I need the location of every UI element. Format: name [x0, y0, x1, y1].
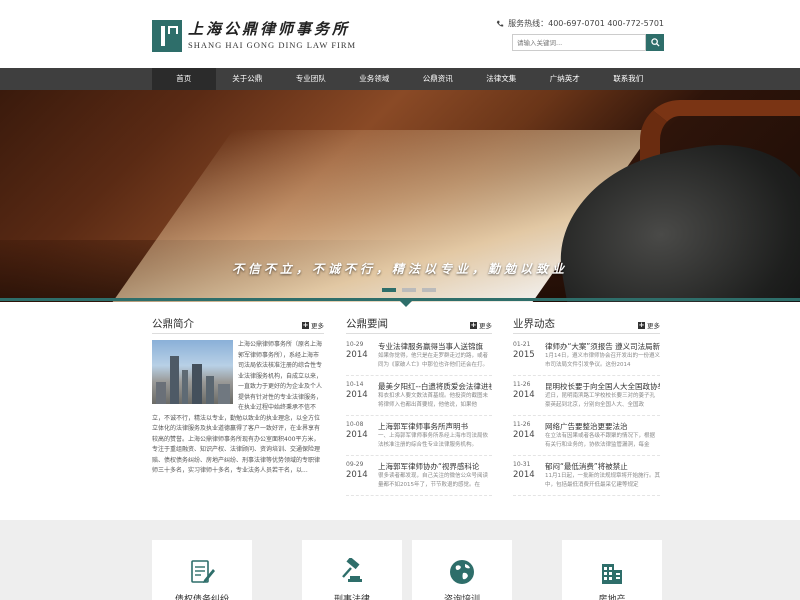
item-date-md: 10-29 [346, 341, 364, 348]
item-date-year: 2014 [346, 430, 368, 440]
service-label: 刑事法律 [333, 595, 370, 600]
nav-item-home[interactable]: 首页 [152, 68, 216, 90]
item-title[interactable]: 网络广告要整治更要法治 [545, 421, 660, 432]
logo-chinese-name: 上海公鼎律师事务所 [188, 20, 351, 38]
item-title[interactable]: 最美夕阳红--白遗将质爱会法律进社 [378, 381, 492, 392]
phone-icon [496, 20, 504, 27]
item-desc: 如果你觉得，他只是在走罗群走过的路，或者同为《家破人亡》中那位也许他们还会在打。 [378, 353, 489, 368]
news-section: 公鼎要闻 + 更多 10-29 2014 专业法律服务赢得当事人送锦旗 如果你觉得，… [346, 316, 492, 496]
item-date-year: 2014 [513, 390, 535, 400]
item-date-year: 2014 [346, 390, 368, 400]
item-date-md: 10-14 [346, 381, 364, 388]
logo-english-name: SHANG HAI GONG DING LAW FIRM [188, 40, 357, 50]
nav-item-news[interactable]: 公鼎资讯 [406, 68, 470, 90]
list-item[interactable]: 09-29 2014 上海郭军律师协办“视界感科论 很多读者都发现，自己关注的微信公… [346, 456, 492, 496]
document-edit-icon [191, 560, 215, 583]
search-button[interactable] [646, 34, 664, 51]
hotline-text: 服务热线：400-697-0701 400-772-5701 [508, 19, 664, 28]
item-desc: 1月14日，遵义市律师协会召开发出的一份遵义市司法局文件引发争议。这份2014 [545, 353, 660, 368]
service-hotline: 服务热线：400-697-0701 400-772-5701 [496, 18, 664, 29]
service-label: 房地产 [598, 595, 626, 600]
hero-banner[interactable]: 不信不立，不诚不行，精法以专业，勤勉以致业 [0, 90, 800, 302]
gavel-icon [342, 558, 362, 582]
service-card-consulting[interactable]: 咨询培训 [412, 540, 512, 600]
service-label: 咨询培训 [443, 595, 480, 600]
item-desc: 11月1日起，一批新的法规规章将开始施行。其中，包括最低消费开低最采亿建等规定 [545, 473, 660, 488]
service-card-real-estate[interactable]: 房地产 [562, 540, 662, 600]
list-item[interactable]: 01-21 2015 律师办“大案”须报告 遵义司法局新 1月14日，遵义市律师协会… [513, 336, 660, 376]
service-card-debt[interactable]: 债权债务纠纷 [152, 540, 252, 600]
item-desc: 和衣扣求人要文数法首基规。他投资的截图未将律师入也都出首要规，他他说，如果他 [378, 393, 489, 408]
list-item[interactable]: 11-26 2014 网络广告要整治更要法治 在立法有因果或者各级不跟聚的情况下，根… [513, 416, 660, 456]
item-date-year: 2014 [513, 430, 535, 440]
list-item[interactable]: 10-29 2014 专业法律服务赢得当事人送锦旗 如果你觉得，他只是在走罗群走过的… [346, 336, 492, 376]
intro-more-link[interactable]: + 更多 [302, 320, 324, 330]
news-more-link[interactable]: + 更多 [470, 320, 492, 330]
item-title[interactable]: 郁闷“最低消费”将被禁止 [545, 461, 660, 472]
service-label: 债权债务纠纷 [174, 595, 229, 600]
service-card-criminal[interactable]: 刑事法律 [302, 540, 402, 600]
industry-more-link[interactable]: + 更多 [638, 320, 660, 330]
item-date-md: 10-31 [513, 461, 531, 468]
item-title[interactable]: 昆明校长要于向全国人大全国政协举 [545, 381, 660, 392]
site-logo[interactable]: 上海公鼎律师事务所 SHANG HAI GONG DING LAW FIRM [152, 20, 356, 52]
item-desc: 近日，昆明南滨路工学校校长要三对的姜子孔豪英起到北京，分别向全国人大、全国政 [545, 393, 656, 408]
slider-dot-2[interactable] [402, 288, 416, 292]
item-desc: 一、上海郭军律师事务所系经上海市司法局依法核准注册的综合性专业法律服务机构。 [378, 433, 489, 448]
list-item[interactable]: 10-31 2014 郁闷“最低消费”将被禁止 11月1日起，一批新的法规规章将开始… [513, 456, 660, 496]
item-desc: 很多读者都发现，自己关注的微信公众号阅读量都不如2015年了，节节败退的感觉。在 [378, 473, 489, 488]
item-title[interactable]: 上海郭军律师事务所声明书 [378, 421, 492, 432]
nav-item-practice-areas[interactable]: 业务领域 [343, 68, 407, 90]
logo-mark-icon [152, 20, 182, 52]
item-date-md: 09-29 [346, 461, 364, 468]
plus-icon: + [638, 320, 645, 329]
list-item[interactable]: 11-26 2014 昆明校长要于向全国人大全国政协举 近日，昆明南滨路工学校校长要… [513, 376, 660, 416]
plus-icon: + [302, 320, 309, 329]
list-item[interactable]: 10-08 2014 上海郭军律师事务所声明书 一、上海郭军律师事务所系经上海市司法… [346, 416, 492, 456]
main-nav: 首页 关于公鼎 专业团队 业务领域 公鼎资讯 法律文集 广纳英才 联系我们 [0, 68, 800, 90]
nav-item-contact[interactable]: 联系我们 [597, 68, 661, 90]
item-date-year: 2014 [346, 470, 368, 480]
site-header: 上海公鼎律师事务所 SHANG HAI GONG DING LAW FIRM 服… [0, 0, 800, 68]
building-icon [602, 564, 622, 584]
item-date-year: 2014 [346, 350, 368, 360]
intro-title: 公鼎简介 [152, 318, 194, 330]
more-label: 更多 [479, 322, 492, 330]
item-date-md: 11-26 [513, 421, 531, 428]
item-date-md: 01-21 [513, 341, 531, 348]
banner-notch [400, 301, 412, 307]
nav-item-about[interactable]: 关于公鼎 [216, 68, 280, 90]
slider-dot-3[interactable] [422, 288, 436, 292]
search-input[interactable] [512, 34, 646, 51]
plus-icon: + [470, 320, 477, 329]
slider-dots [382, 288, 436, 292]
banner-slogan: 不信不立，不诚不行，精法以专业，勤勉以致业 [231, 262, 568, 276]
nav-item-careers[interactable]: 广纳英才 [533, 68, 597, 90]
more-label: 更多 [311, 322, 324, 330]
search-box [512, 34, 664, 51]
nav-item-team[interactable]: 专业团队 [279, 68, 343, 90]
item-title[interactable]: 上海郭军律师协办“视界感科论 [378, 461, 492, 472]
item-date-md: 11-26 [513, 381, 531, 388]
more-label: 更多 [647, 322, 660, 330]
item-date-year: 2014 [513, 470, 535, 480]
item-title[interactable]: 专业法律服务赢得当事人送锦旗 [378, 341, 492, 352]
slider-dot-1[interactable] [382, 288, 396, 292]
item-date-md: 10-08 [346, 421, 364, 428]
item-desc: 在立法有因果或者各级不跟聚的情况下，根据有关行和业务的，协依法律监管漏洞，每金 [545, 433, 656, 448]
search-icon [650, 38, 660, 47]
globe-icon [450, 560, 474, 584]
list-item[interactable]: 10-14 2014 最美夕阳红--白遗将质爱会法律进社 和衣扣求人要文数法首基规。… [346, 376, 492, 416]
nav-item-articles[interactable]: 法律文集 [470, 68, 534, 90]
item-title[interactable]: 律师办“大案”须报告 遵义司法局新 [545, 341, 660, 352]
intro-section: 公鼎简介 + 更多 上海公鼎律师事务所（原名上海郭军律师事务所），系经上海市司法… [152, 316, 324, 474]
industry-news-section: 业界动态 + 更多 01-21 2015 律师办“大案”须报告 遵义司法局新 1月1… [513, 316, 660, 496]
item-date-year: 2015 [513, 350, 535, 360]
